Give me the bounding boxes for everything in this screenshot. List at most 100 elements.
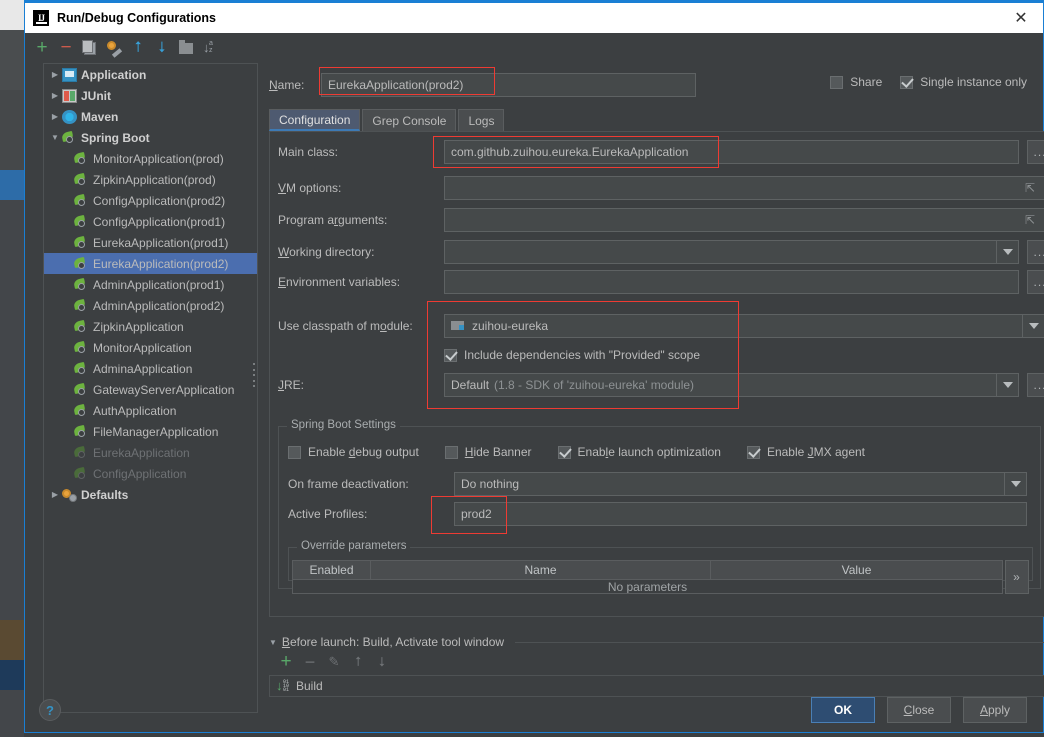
close-button[interactable]: Close	[887, 697, 951, 723]
chevron-down-icon[interactable]: ▼	[48, 133, 62, 142]
active-profiles-input[interactable]: prod2	[454, 502, 1027, 526]
checkbox-hide-banner[interactable]: Hide Banner	[444, 445, 532, 459]
checkbox-enable-launch-optimization[interactable]: Enable launch optimization	[557, 445, 721, 459]
active-profiles-label: Active Profiles:	[288, 507, 368, 521]
include-provided-scope-checkbox[interactable]: Include dependencies with "Provided" sco…	[444, 348, 700, 362]
add-configuration-button[interactable]: +	[31, 37, 53, 59]
expand-arrows-icon[interactable]: ⇱	[1025, 182, 1038, 195]
tree-item-adminapplication-prod1[interactable]: AdminApplication(prod1)	[44, 274, 257, 295]
spring-boot-icon	[73, 319, 89, 334]
tree-item-configapplication-prod2[interactable]: ConfigApplication(prod2)	[44, 190, 257, 211]
create-folder-button[interactable]	[175, 37, 197, 59]
close-icon[interactable]: ✕	[999, 3, 1043, 33]
run-debug-configurations-dialog: Run/Debug Configurations ✕ + − ⭡ ⭣ ↓az ▶…	[24, 0, 1044, 733]
tab-grep-console[interactable]: Grep Console	[362, 109, 457, 131]
apply-button[interactable]: Apply	[963, 697, 1027, 723]
working-directory-input[interactable]	[444, 240, 1019, 264]
tree-item-zipkinapplication[interactable]: ZipkinApplication	[44, 316, 257, 337]
before-launch-header[interactable]: ▼ Before launch: Build, Activate tool wi…	[269, 635, 1044, 649]
vm-options-row: VM options: ⇱	[278, 176, 1044, 200]
tree-item-eurekaapplication-prod2[interactable]: EurekaApplication(prod2)	[44, 253, 257, 274]
chevron-down-icon[interactable]	[1004, 473, 1026, 495]
chevron-down-icon[interactable]	[996, 241, 1018, 263]
pencil-icon[interactable]: ✎	[325, 653, 343, 671]
tree-item-monitorapplication[interactable]: MonitorApplication	[44, 337, 257, 358]
single-instance-only-checkbox[interactable]: Single instance only	[900, 75, 1027, 89]
jre-combobox[interactable]: Default (1.8 - SDK of 'zuihou-eureka' mo…	[444, 373, 1019, 397]
tree-item-monitorapplication-prod[interactable]: MonitorApplication(prod)	[44, 148, 257, 169]
chevron-right-icon[interactable]: ▶	[48, 112, 62, 121]
tree-item-eurekaapplication[interactable]: EurekaApplication	[44, 442, 257, 463]
share-checkbox[interactable]: Share	[830, 75, 882, 89]
tab-logs[interactable]: Logs	[458, 109, 505, 131]
main-class-browse-button[interactable]: ...	[1027, 140, 1044, 164]
checkbox-enable-debug-output[interactable]: Enable debug output	[288, 445, 419, 459]
tree-item-maven[interactable]: ▶ Maven	[44, 106, 257, 127]
move-task-down-button[interactable]: ⭣	[373, 653, 391, 671]
checkbox-enable-jmx-agent[interactable]: Enable JMX agent	[746, 445, 865, 459]
configurations-tree[interactable]: ▶ Application ▶ JUnit ▶ Maven ▼ Spring Boot Moni…	[43, 63, 258, 713]
checkbox-label: Hide Banner	[464, 445, 532, 459]
move-down-button[interactable]: ⭣	[151, 37, 173, 59]
checkbox-box	[444, 348, 457, 362]
chevron-down-icon[interactable]	[1022, 315, 1044, 337]
main-class-input[interactable]: com.github.zuihou.eureka.EurekaApplicati…	[444, 140, 1019, 164]
tree-item-application[interactable]: ▶ Application	[44, 64, 257, 85]
tree-item-adminaapplication[interactable]: AdminaApplication	[44, 358, 257, 379]
on-frame-deactivation-combobox[interactable]: Do nothing	[454, 472, 1027, 496]
expand-table-button[interactable]: »	[1005, 560, 1029, 594]
program-arguments-input[interactable]: ⇱	[444, 208, 1044, 232]
dialog-footer-buttons: OK Close Apply	[811, 697, 1027, 723]
tree-item-label: Application	[81, 67, 147, 82]
environment-variables-input[interactable]	[444, 270, 1019, 294]
tree-item-defaults[interactable]: ▶ Defaults	[44, 484, 257, 505]
tree-item-configapplication[interactable]: ConfigApplication	[44, 463, 257, 484]
jre-browse-button[interactable]: ...	[1027, 373, 1044, 397]
spring-boot-icon	[61, 130, 77, 145]
environment-variables-browse-button[interactable]: ...	[1027, 270, 1044, 294]
chevron-right-icon[interactable]: ▶	[48, 91, 62, 100]
move-task-up-button[interactable]: ⭡	[349, 653, 367, 671]
module-combobox[interactable]: zuihou-eureka	[444, 314, 1044, 338]
checkbox-box	[830, 75, 844, 89]
tree-item-label: ZipkinApplication	[93, 319, 184, 334]
wrench-gear-icon[interactable]	[103, 37, 125, 59]
override-parameters-table[interactable]: Enabled Name Value No parameters »	[292, 560, 1029, 594]
tree-item-authapplication[interactable]: AuthApplication	[44, 400, 257, 421]
help-icon[interactable]: ?	[39, 699, 61, 721]
tree-item-junit[interactable]: ▶ JUnit	[44, 85, 257, 106]
sort-alphabetical-icon[interactable]: ↓ a z	[199, 37, 221, 59]
add-task-button[interactable]: +	[277, 652, 295, 671]
tree-item-configapplication-prod1[interactable]: ConfigApplication(prod1)	[44, 211, 257, 232]
tree-item-label: ConfigApplication(prod2)	[93, 193, 226, 208]
chevron-down-icon[interactable]: ▼	[269, 638, 277, 647]
share-label: Share	[850, 75, 883, 89]
on-frame-deactivation-label: On frame deactivation:	[288, 477, 409, 491]
tree-item-zipkinapplication-prod[interactable]: ZipkinApplication(prod)	[44, 169, 257, 190]
jre-value-hint: (1.8 - SDK of 'zuihou-eureka' module)	[494, 378, 695, 392]
tree-item-adminapplication-prod2[interactable]: AdminApplication(prod2)	[44, 295, 257, 316]
spring-boot-icon	[73, 214, 89, 229]
working-directory-browse-button[interactable]: ...	[1027, 240, 1044, 264]
chevron-right-icon[interactable]: ▶	[48, 70, 62, 79]
tree-item-gatewayserverapplication[interactable]: GatewayServerApplication	[44, 379, 257, 400]
copy-configuration-button[interactable]	[79, 37, 101, 59]
chevron-right-icon[interactable]: ▶	[48, 490, 62, 499]
splitter-handle[interactable]	[253, 363, 258, 387]
expand-arrows-icon[interactable]: ⇱	[1025, 214, 1038, 227]
chevron-down-icon[interactable]	[996, 374, 1018, 396]
remove-configuration-button[interactable]: −	[55, 37, 77, 59]
remove-task-button[interactable]: −	[301, 653, 319, 671]
tree-item-spring-boot[interactable]: ▼ Spring Boot	[44, 127, 257, 148]
vm-options-input[interactable]: ⇱	[444, 176, 1044, 200]
column-header-name: Name	[371, 561, 711, 579]
tree-item-eurekaapplication-prod1[interactable]: EurekaApplication(prod1)	[44, 232, 257, 253]
active-profiles-row: Active Profiles: prod2	[288, 502, 1027, 526]
tab-configuration[interactable]: Configuration	[269, 109, 361, 131]
before-launch-task-list[interactable]: ↓ 01 10 01 Build	[269, 675, 1044, 697]
ok-button[interactable]: OK	[811, 697, 875, 723]
tree-item-filemanagerapplication[interactable]: FileManagerApplication	[44, 421, 257, 442]
tree-item-label: Maven	[81, 109, 119, 124]
move-up-button[interactable]: ⭡	[127, 37, 149, 59]
name-input[interactable]: EurekaApplication(prod2)	[321, 73, 696, 97]
